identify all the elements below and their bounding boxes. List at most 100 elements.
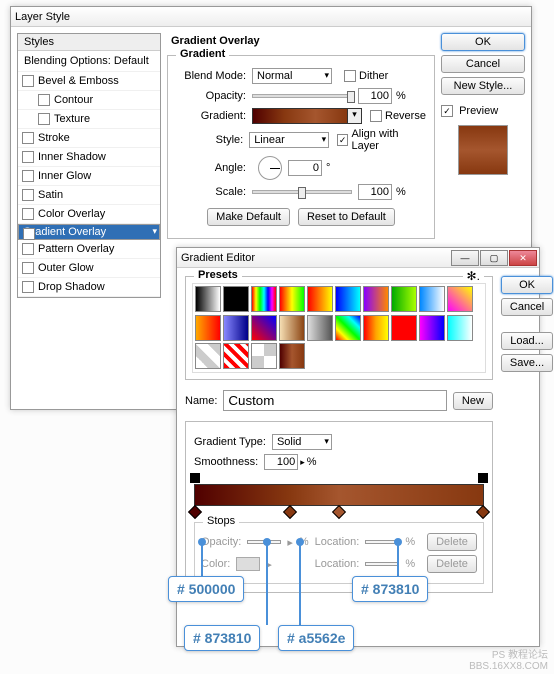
preset-swatch[interactable] (279, 343, 305, 369)
style-checkbox[interactable] (22, 151, 34, 163)
preview-checkbox[interactable]: ✓ (441, 105, 453, 117)
preset-swatch[interactable] (447, 286, 473, 312)
make-default-button[interactable]: Make Default (207, 208, 290, 226)
style-item[interactable]: Outer Glow (18, 259, 160, 278)
stops-label: Stops (203, 515, 239, 527)
scale-slider[interactable] (252, 190, 352, 194)
maximize-button[interactable]: ▢ (480, 250, 508, 266)
ge-cancel-button[interactable]: Cancel (501, 298, 553, 316)
style-item[interactable]: Drop Shadow (18, 278, 160, 297)
style-checkbox[interactable] (22, 75, 34, 87)
preset-swatch[interactable] (195, 315, 221, 341)
style-item[interactable]: Inner Glow (18, 167, 160, 186)
style-item-label: Inner Glow (38, 170, 91, 182)
dither-checkbox[interactable] (344, 70, 356, 82)
color-stop[interactable] (188, 505, 202, 519)
preset-swatch[interactable] (391, 315, 417, 341)
preset-swatch[interactable] (223, 315, 249, 341)
preset-swatch[interactable] (391, 286, 417, 312)
preset-swatch[interactable] (307, 286, 333, 312)
style-checkbox[interactable]: ✓ (23, 228, 35, 240)
angle-dial[interactable] (258, 156, 282, 180)
opacity-input[interactable]: 100 (358, 88, 392, 104)
new-button[interactable]: New (453, 392, 493, 410)
preset-swatch[interactable] (447, 315, 473, 341)
opacity-stop[interactable] (478, 473, 488, 483)
preset-swatch[interactable] (419, 315, 445, 341)
style-item[interactable]: Texture (18, 110, 160, 129)
align-checkbox[interactable]: ✓ (337, 134, 349, 146)
opacity-slider[interactable] (252, 94, 352, 98)
preset-swatch[interactable] (419, 286, 445, 312)
close-button[interactable]: ✕ (509, 250, 537, 266)
reset-default-button[interactable]: Reset to Default (298, 208, 395, 226)
style-item-label: Pattern Overlay (38, 243, 114, 255)
style-checkbox[interactable] (22, 208, 34, 220)
save-button[interactable]: Save... (501, 354, 553, 372)
styles-header[interactable]: Styles (18, 34, 160, 51)
color-stop[interactable] (332, 505, 346, 519)
style-checkbox[interactable] (22, 243, 34, 255)
minimize-button[interactable]: — (451, 250, 479, 266)
preset-swatch[interactable] (195, 343, 221, 369)
style-checkbox[interactable] (22, 132, 34, 144)
gradient-type-select[interactable]: Solid (272, 434, 332, 450)
style-select[interactable]: Linear (249, 132, 329, 148)
preset-swatch[interactable] (363, 315, 389, 341)
preset-swatch[interactable] (279, 315, 305, 341)
preset-swatch[interactable] (223, 286, 249, 312)
name-input[interactable] (223, 390, 446, 411)
delete-color-stop-button[interactable]: Delete (427, 555, 477, 573)
angle-input[interactable]: 0 (288, 160, 322, 176)
style-item[interactable]: Color Overlay (18, 205, 160, 224)
color-stop[interactable] (283, 505, 297, 519)
preset-swatch[interactable] (195, 286, 221, 312)
presets-label: Presets (194, 269, 242, 281)
style-item[interactable]: Stroke (18, 129, 160, 148)
load-button[interactable]: Load... (501, 332, 553, 350)
scale-input[interactable]: 100 (358, 184, 392, 200)
ok-button[interactable]: OK (441, 33, 525, 51)
style-item[interactable]: Inner Shadow (18, 148, 160, 167)
style-checkbox[interactable] (22, 170, 34, 182)
callout-lead-2 (266, 543, 268, 625)
style-item[interactable]: Pattern Overlay (18, 240, 160, 259)
gradient-label: Gradient: (176, 110, 246, 122)
preset-swatch[interactable] (251, 343, 277, 369)
preset-swatch[interactable] (279, 286, 305, 312)
new-style-button[interactable]: New Style... (441, 77, 525, 95)
preset-swatch[interactable] (223, 343, 249, 369)
presets-grid[interactable] (192, 283, 486, 373)
blending-options-item[interactable]: Blending Options: Default (18, 51, 160, 72)
preset-swatch[interactable] (363, 286, 389, 312)
preset-swatch[interactable] (335, 286, 361, 312)
cancel-button[interactable]: Cancel (441, 55, 525, 73)
style-item[interactable]: Contour (18, 91, 160, 110)
ge-ok-button[interactable]: OK (501, 276, 553, 294)
layer-style-titlebar[interactable]: Layer Style (11, 7, 531, 27)
preset-swatch[interactable] (307, 315, 333, 341)
preset-swatch[interactable] (251, 286, 277, 312)
preset-swatch[interactable] (335, 315, 361, 341)
gradient-swatch[interactable]: ▾ (252, 108, 362, 124)
preset-swatch[interactable] (251, 315, 277, 341)
gradient-editor-buttons: OK Cancel Load... Save... (501, 276, 553, 593)
style-item[interactable]: ✓Gradient Overlay (18, 224, 160, 240)
smoothness-input[interactable]: 100 (264, 454, 298, 470)
opacity-stop[interactable] (190, 473, 200, 483)
style-item-label: Gradient Overlay (23, 226, 106, 238)
gradient-bar[interactable] (194, 484, 484, 506)
style-item[interactable]: Bevel & Emboss (18, 72, 160, 91)
style-checkbox[interactable] (22, 281, 34, 293)
style-checkbox[interactable] (38, 94, 50, 106)
style-checkbox[interactable] (38, 113, 50, 125)
blend-mode-select[interactable]: Normal (252, 68, 332, 84)
style-checkbox[interactable] (22, 189, 34, 201)
gradient-editor-titlebar[interactable]: Gradient Editor — ▢ ✕ (177, 248, 539, 268)
reverse-checkbox[interactable] (370, 110, 382, 122)
style-checkbox[interactable] (22, 262, 34, 274)
color-stop[interactable] (476, 505, 490, 519)
style-item[interactable]: Satin (18, 186, 160, 205)
delete-opacity-stop-button[interactable]: Delete (427, 533, 477, 551)
presets-menu-icon[interactable]: ✻. (463, 269, 484, 283)
